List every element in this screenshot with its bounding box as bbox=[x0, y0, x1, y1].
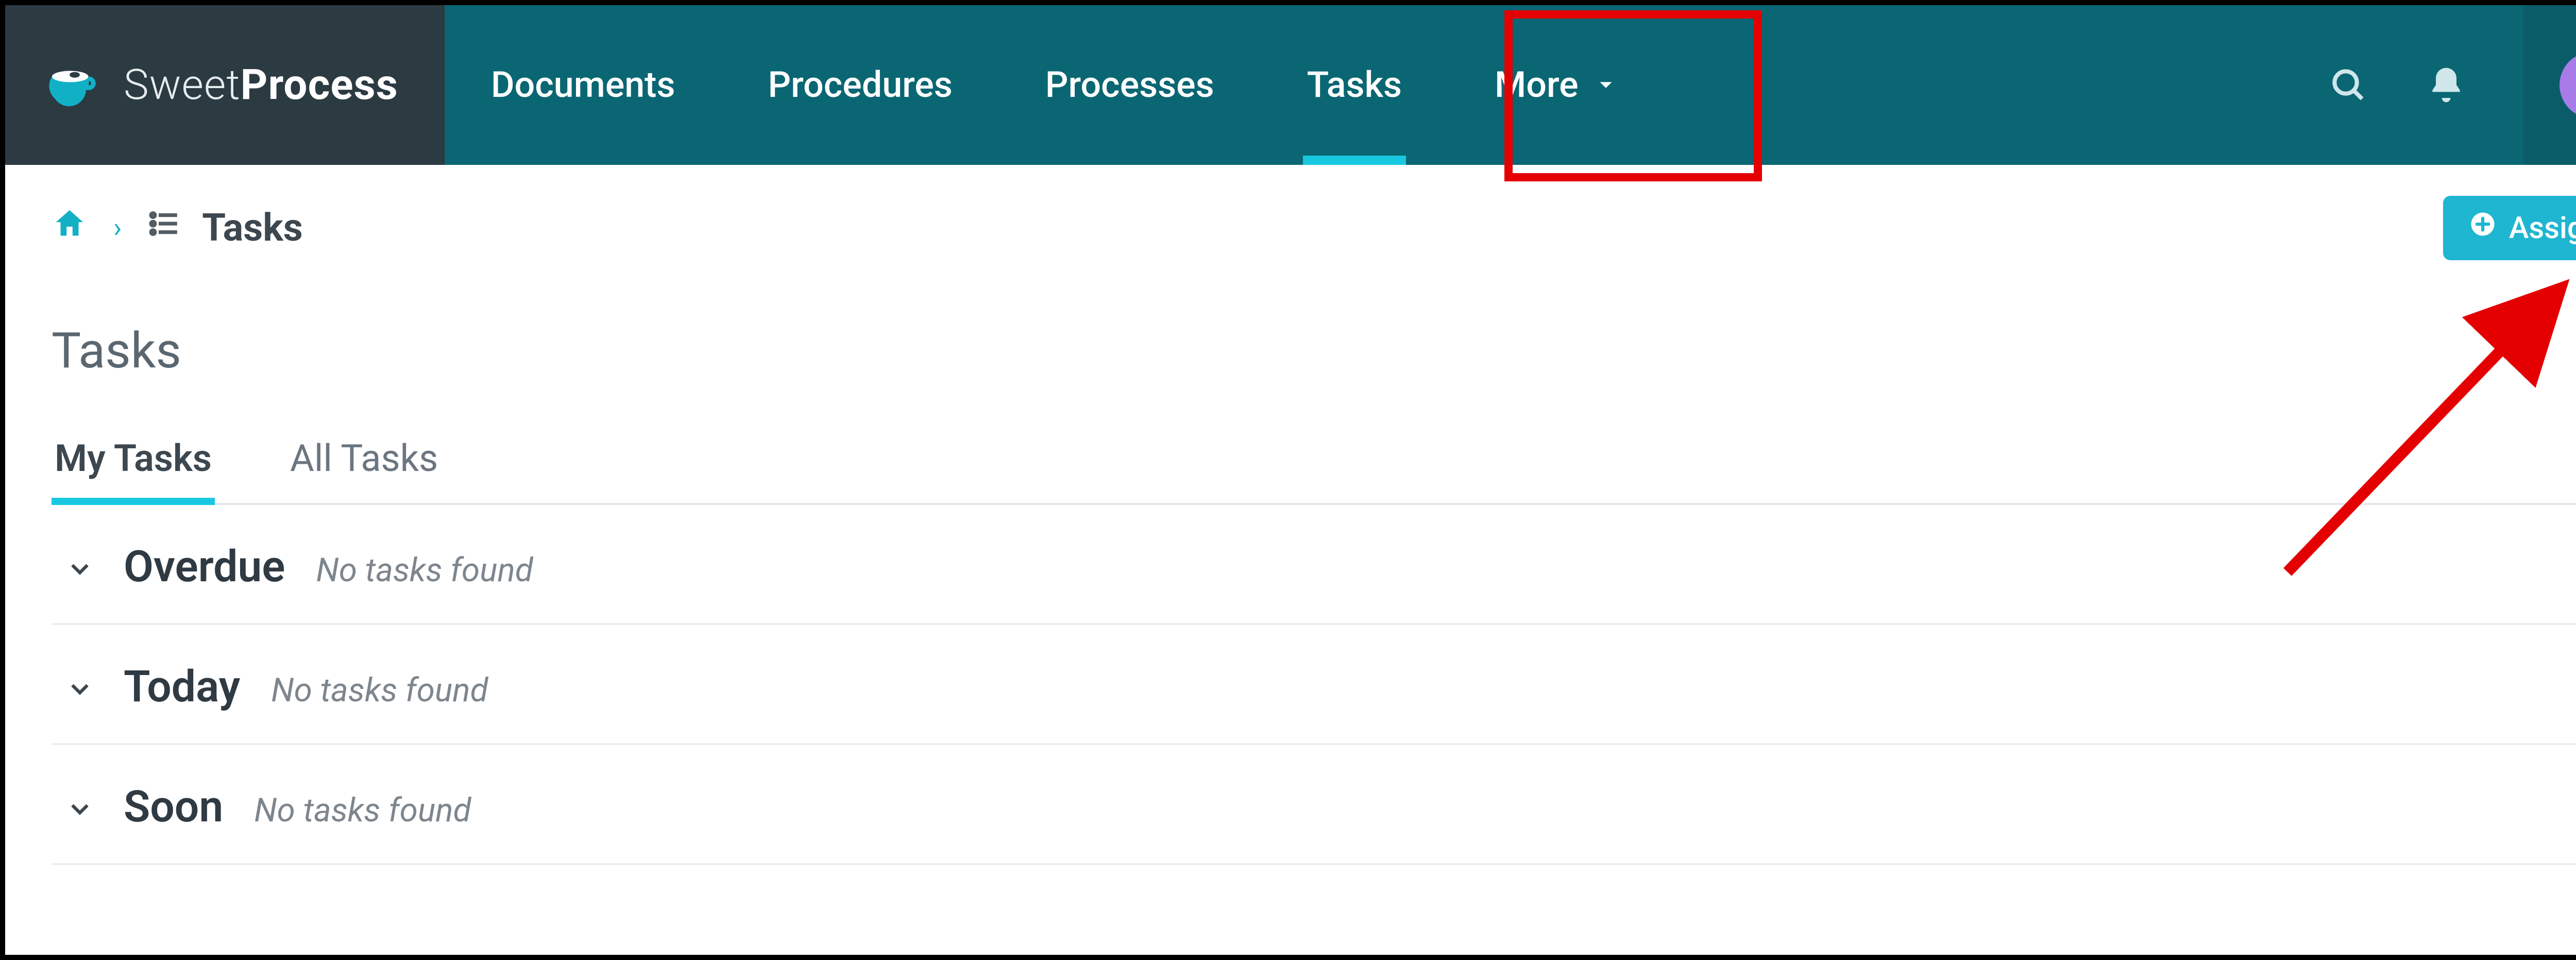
nav-right: S bbox=[2307, 5, 2576, 165]
plus-circle-icon bbox=[2469, 210, 2497, 246]
nav-item-label: Procedures bbox=[768, 64, 953, 106]
chevron-down-icon bbox=[1594, 64, 1618, 106]
nav-item-label: More bbox=[1495, 64, 1579, 106]
tab-my-tasks[interactable]: My Tasks bbox=[52, 436, 215, 505]
tabs: My Tasks All Tasks bbox=[52, 436, 2576, 505]
nav-item-tasks[interactable]: Tasks bbox=[1261, 5, 1448, 165]
home-icon[interactable] bbox=[52, 206, 88, 251]
brand-text: SweetProcess bbox=[124, 60, 398, 110]
breadcrumb-current: Tasks bbox=[202, 206, 303, 250]
breadcrumb: › Tasks bbox=[52, 206, 303, 251]
brand-text-sweet: Sweet bbox=[124, 60, 241, 110]
breadcrumb-separator: › bbox=[108, 212, 127, 244]
chevron-down-icon bbox=[67, 676, 93, 708]
section-empty-text: No tasks found bbox=[254, 791, 471, 830]
avatar: S bbox=[2560, 52, 2576, 119]
cup-icon bbox=[46, 57, 103, 113]
tab-label: All Tasks bbox=[290, 436, 438, 480]
chevron-down-icon bbox=[67, 796, 93, 828]
section-today[interactable]: Today No tasks found bbox=[52, 625, 2576, 745]
section-overdue[interactable]: Overdue No tasks found bbox=[52, 505, 2576, 625]
user-menu[interactable]: S bbox=[2523, 5, 2576, 165]
sub-bar: › Tasks Assign Task bbox=[5, 165, 2576, 281]
nav-items: Documents Procedures Processes Tasks Mor… bbox=[445, 5, 2307, 165]
section-empty-text: No tasks found bbox=[271, 671, 488, 710]
tab-all-tasks[interactable]: All Tasks bbox=[287, 436, 441, 505]
assign-task-label: Assign Task bbox=[2509, 211, 2576, 246]
tab-label: My Tasks bbox=[55, 436, 212, 480]
nav-item-label: Documents bbox=[491, 64, 675, 106]
nav-item-processes[interactable]: Processes bbox=[999, 5, 1261, 165]
brand-text-process: Process bbox=[241, 60, 398, 110]
section-title: Today bbox=[124, 661, 240, 712]
section-title: Overdue bbox=[124, 541, 285, 592]
top-nav: SweetProcess Documents Procedures Proces… bbox=[5, 5, 2576, 165]
bell-icon[interactable] bbox=[2426, 64, 2467, 106]
page-body: Tasks My Tasks All Tasks Overdue No task… bbox=[5, 281, 2576, 865]
list-icon bbox=[147, 207, 181, 250]
nav-item-procedures[interactable]: Procedures bbox=[722, 5, 999, 165]
chevron-down-icon bbox=[67, 555, 93, 587]
section-empty-text: No tasks found bbox=[316, 551, 533, 590]
assign-task-button[interactable]: Assign Task bbox=[2443, 196, 2576, 260]
brand-logo[interactable]: SweetProcess bbox=[5, 5, 445, 165]
nav-item-label: Tasks bbox=[1307, 64, 1402, 106]
nav-item-label: Processes bbox=[1045, 64, 1214, 106]
nav-item-documents[interactable]: Documents bbox=[445, 5, 722, 165]
search-icon[interactable] bbox=[2328, 64, 2369, 106]
section-soon[interactable]: Soon No tasks found bbox=[52, 745, 2576, 865]
page-title: Tasks bbox=[52, 322, 2576, 380]
nav-item-more[interactable]: More bbox=[1448, 5, 1664, 165]
section-title: Soon bbox=[124, 781, 223, 832]
